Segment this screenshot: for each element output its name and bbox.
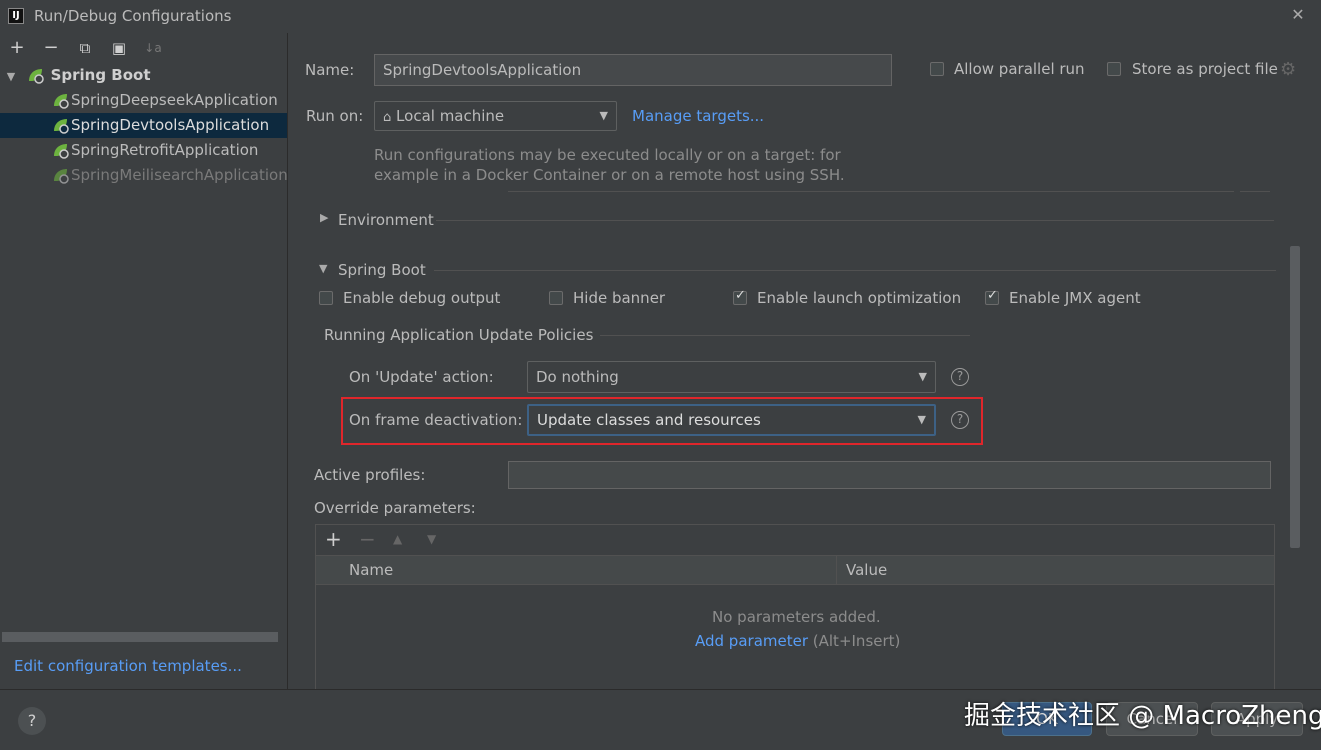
tree-item-spring-devtools[interactable]: SpringDevtoolsApplication	[0, 113, 287, 138]
add-parameter-shortcut: (Alt+Insert)	[812, 632, 901, 650]
enable-debug-output-checkbox[interactable]	[319, 291, 333, 305]
on-update-action-value: Do nothing	[536, 368, 619, 386]
on-frame-deactivation-label: On frame deactivation:	[349, 411, 523, 429]
spring-boot-icon	[54, 144, 69, 159]
help-icon[interactable]: ?	[951, 411, 969, 429]
chevron-down-icon[interactable]: ▼	[319, 262, 327, 275]
remove-parameter-button[interactable]: −	[359, 527, 376, 551]
home-icon: ⌂	[383, 110, 392, 125]
intellij-app-icon: IJ	[8, 8, 24, 24]
column-header-value[interactable]: Value	[846, 561, 887, 579]
tree-item-spring-deepseek[interactable]: SpringDeepseekApplication	[0, 88, 287, 113]
tree-item-label: SpringMeilisearchApplication	[71, 166, 287, 184]
allow-parallel-run-label: Allow parallel run	[954, 60, 1085, 78]
spring-boot-icon	[28, 69, 44, 84]
override-parameters-table: + − ▲ ▼ Name Value No parameters added. …	[315, 524, 1275, 690]
add-configuration-button[interactable]: +	[6, 37, 28, 59]
hide-banner-label: Hide banner	[573, 289, 666, 307]
tree-item-label: SpringDevtoolsApplication	[71, 116, 270, 134]
enable-launch-optimization-checkbox[interactable]	[733, 288, 747, 305]
tree-item-spring-meilisearch[interactable]: SpringMeilisearchApplication	[0, 163, 287, 188]
update-policies-label: Running Application Update Policies	[324, 326, 594, 344]
new-folder-button[interactable]: ▣	[108, 37, 130, 59]
title-bar: IJ Run/Debug Configurations ✕	[0, 0, 1321, 33]
move-down-button[interactable]: ▼	[427, 532, 436, 546]
partial-button-border	[1240, 191, 1270, 192]
remove-configuration-button[interactable]: −	[40, 37, 62, 59]
window-title: Run/Debug Configurations	[34, 7, 232, 25]
environment-section-label[interactable]: Environment	[338, 211, 434, 229]
help-button[interactable]: ?	[18, 707, 46, 735]
close-icon[interactable]: ✕	[1288, 5, 1308, 25]
watermark-text: 掘金技术社区 @ MacroZheng	[964, 701, 1321, 731]
tree-group-label: Spring Boot	[50, 66, 151, 84]
spring-boot-icon	[54, 169, 69, 184]
copy-configuration-button[interactable]: ⧉	[74, 37, 96, 59]
chevron-down-icon: ▼	[599, 109, 608, 122]
help-icon[interactable]: ?	[951, 368, 969, 386]
active-profiles-label: Active profiles:	[314, 466, 426, 484]
add-parameter-button[interactable]: +	[325, 527, 342, 551]
run-on-hint-line1: Run configurations may be executed local…	[374, 146, 841, 164]
enable-debug-output-label: Enable debug output	[343, 289, 501, 307]
chevron-down-icon[interactable]: ▼	[0, 64, 22, 88]
run-on-label: Run on:	[306, 107, 364, 125]
spring-boot-section-label[interactable]: Spring Boot	[338, 261, 426, 279]
configuration-editor-panel: Name: SpringDevtoolsApplication Allow pa…	[288, 33, 1321, 690]
column-divider	[836, 556, 837, 584]
enable-jmx-agent-checkbox[interactable]	[985, 288, 999, 305]
gear-icon[interactable]: ⚙	[1280, 59, 1296, 80]
configuration-tree-panel: + − ⧉ ▣ ↓a ▼ Spring Boot SpringDeepseekA…	[0, 33, 288, 689]
enable-launch-optimization-label: Enable launch optimization	[757, 289, 962, 307]
environment-separator	[436, 220, 1274, 221]
move-up-button[interactable]: ▲	[393, 532, 402, 546]
store-as-project-file-label: Store as project file	[1132, 60, 1278, 78]
on-frame-deactivation-value: Update classes and resources	[537, 411, 761, 429]
name-input[interactable]: SpringDevtoolsApplication	[374, 54, 892, 86]
active-profiles-input[interactable]	[508, 461, 1271, 489]
run-on-value: ⌂ Local machine	[383, 102, 504, 132]
run-on-hint-line2: example in a Docker Container or on a re…	[374, 166, 845, 184]
chevron-down-icon: ▼	[918, 370, 927, 383]
horizontal-scrollbar[interactable]	[2, 632, 278, 642]
tree-item-label: SpringDeepseekApplication	[71, 91, 278, 109]
column-header-name[interactable]: Name	[349, 561, 393, 579]
enable-jmx-agent-label: Enable JMX agent	[1009, 289, 1141, 307]
spring-boot-icon	[54, 94, 69, 109]
tree-group-spring-boot[interactable]: ▼ Spring Boot	[0, 63, 287, 88]
manage-targets-link[interactable]: Manage targets...	[632, 107, 764, 125]
allow-parallel-run-checkbox[interactable]	[930, 62, 944, 76]
name-label: Name:	[305, 61, 355, 79]
override-parameters-label: Override parameters:	[314, 499, 476, 517]
add-parameter-row: Add parameter (Alt+Insert)	[695, 632, 900, 650]
spring-boot-icon	[54, 119, 69, 134]
run-on-select[interactable]: ⌂ Local machine ▼	[374, 101, 617, 131]
chevron-right-icon[interactable]: ▶	[320, 211, 328, 224]
partial-field-border	[508, 191, 1234, 192]
on-update-action-label: On 'Update' action:	[349, 368, 494, 386]
run-on-value-text: Local machine	[396, 107, 505, 125]
chevron-down-icon: ▼	[917, 413, 926, 426]
tree-item-label: SpringRetrofitApplication	[71, 141, 259, 159]
hide-banner-checkbox[interactable]	[549, 291, 563, 305]
name-input-value: SpringDevtoolsApplication	[383, 61, 582, 79]
on-update-action-select[interactable]: Do nothing ▼	[527, 361, 936, 393]
tree-item-spring-retrofit[interactable]: SpringRetrofitApplication	[0, 138, 287, 163]
sort-button[interactable]: ↓a	[142, 37, 164, 59]
store-as-project-file-checkbox[interactable]	[1107, 62, 1121, 76]
vertical-scrollbar[interactable]	[1290, 246, 1300, 548]
empty-table-message: No parameters added.	[712, 608, 881, 626]
add-parameter-link[interactable]: Add parameter	[695, 632, 808, 650]
spring-boot-separator	[434, 270, 1276, 271]
update-policies-separator	[600, 335, 970, 336]
on-frame-deactivation-select[interactable]: Update classes and resources ▼	[527, 404, 936, 436]
edit-configuration-templates-link[interactable]: Edit configuration templates...	[14, 657, 242, 675]
table-header: Name Value	[316, 555, 1274, 585]
